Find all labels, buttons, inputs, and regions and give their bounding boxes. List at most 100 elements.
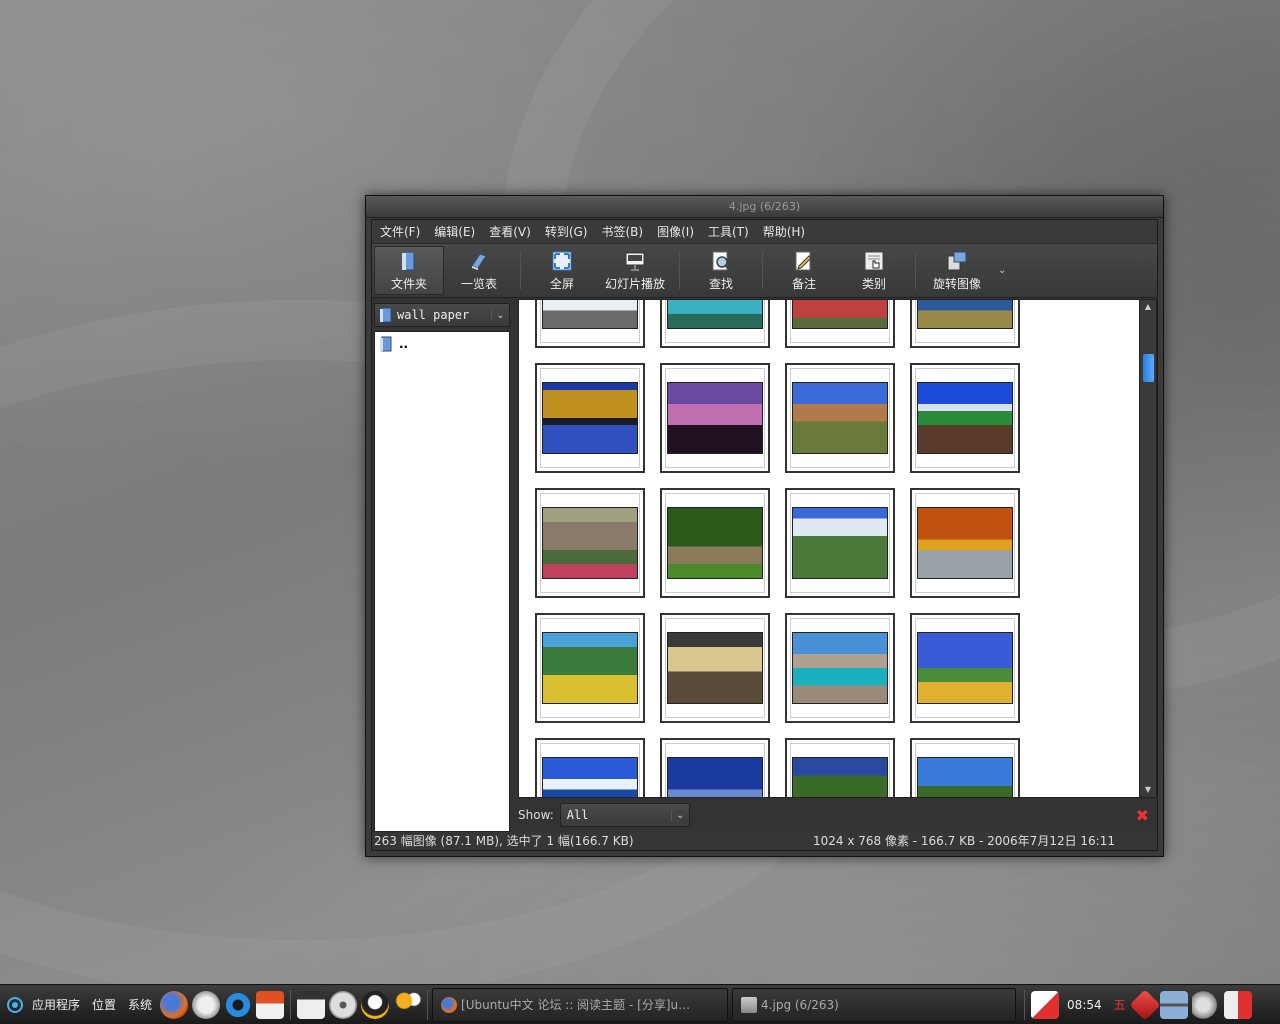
menu-tools[interactable]: 工具(T) [708, 223, 749, 240]
thumbnail-image [917, 757, 1013, 797]
folders-label: 文件夹 [390, 276, 427, 291]
scroll-down-arrow-icon[interactable]: ▼ [1140, 783, 1156, 797]
ruby-gem-icon[interactable] [1129, 988, 1161, 1021]
thumbnail[interactable] [785, 300, 895, 348]
thumbnail-image [792, 507, 888, 579]
cd-player-icon[interactable] [329, 990, 358, 1019]
clock[interactable]: 08:54 [1067, 998, 1102, 1012]
thumbnail[interactable] [535, 488, 645, 598]
vertical-scrollbar[interactable]: ▲ ▼ [1139, 300, 1156, 797]
slideshow-button[interactable]: 幻灯片播放 [597, 244, 673, 297]
firefox-icon[interactable] [160, 990, 189, 1019]
dir-name: .. [399, 337, 409, 351]
folder-combo[interactable]: wall paper ⌄ [374, 303, 510, 327]
find-button[interactable]: 查找 [686, 244, 756, 297]
thumbnail[interactable] [660, 300, 770, 348]
thumbnail[interactable] [785, 613, 895, 723]
folders-button[interactable]: 文件夹 [374, 246, 444, 295]
logout-icon[interactable] [1223, 990, 1252, 1019]
system-menu[interactable]: 系统 [128, 996, 152, 1013]
movie-clapper-icon[interactable] [297, 990, 326, 1019]
image-viewer-icon [741, 996, 758, 1013]
applications-menu[interactable]: 应用程序 [32, 996, 80, 1013]
thumbnail[interactable] [535, 613, 645, 723]
network-icon[interactable] [1159, 990, 1188, 1019]
menu-help[interactable]: 帮助(H) [763, 223, 805, 240]
menu-bookmarks[interactable]: 书签(B) [601, 223, 643, 240]
menu-go[interactable]: 转到(G) [545, 223, 588, 240]
thumbnail[interactable] [910, 300, 1020, 348]
thumbnail-image [542, 300, 638, 329]
thumbnail[interactable] [535, 738, 645, 797]
catalogs-button[interactable]: 一览表 [444, 244, 514, 297]
taskbar-item-viewer[interactable]: 4.jpg (6/263) [732, 987, 1017, 1022]
filter-bar: Show: All ⌄ ✖ [518, 798, 1157, 832]
cloud-clock-icon[interactable] [192, 990, 221, 1019]
list-item[interactable]: .. [375, 332, 509, 356]
browser-area: wall paper ⌄ .. ▲ ▼ Show: All ⌄ ✖ [372, 299, 1157, 832]
thumbnail[interactable] [910, 363, 1020, 473]
rotate-button[interactable]: 旋转图像 [922, 244, 992, 297]
thumbnail[interactable] [535, 363, 645, 473]
messenger-user-icon[interactable] [393, 990, 422, 1019]
day-indicator: 五 [1113, 998, 1126, 1012]
window-title[interactable]: 4.jpg (6/263) [366, 196, 1163, 218]
book-icon [471, 252, 487, 270]
chevron-down-icon[interactable]: ⌄ [670, 809, 689, 821]
thumbnail-image [542, 632, 638, 704]
home-icon[interactable] [256, 990, 285, 1019]
thumbnail-image [667, 632, 763, 704]
menu-view[interactable]: 查看(V) [489, 223, 531, 240]
poker-cards-icon[interactable] [1031, 990, 1060, 1019]
fullscreen-button[interactable]: 全屏 [527, 244, 597, 297]
chevron-down-icon[interactable]: ⌄ [992, 244, 1012, 297]
directory-list[interactable]: .. [374, 331, 510, 832]
settings-gear-icon[interactable] [224, 990, 253, 1019]
thumbnail-view[interactable]: ▲ ▼ [518, 299, 1157, 798]
thumbnail[interactable] [660, 488, 770, 598]
slideshow-icon [625, 252, 645, 270]
status-bar: 263 幅图像 (87.1 MB), 选中了 1 幅(166.7 KB) 102… [372, 832, 1157, 850]
toolbar-separator [520, 252, 521, 289]
thumbnail[interactable] [660, 363, 770, 473]
taskbar-item-label: [Ubuntu中文 论坛 :: 阅读主题 - [分享]u… [461, 998, 691, 1012]
search-icon [712, 251, 731, 271]
thumbnail-image [792, 300, 888, 329]
window-content: 文件(F) 编辑(E) 查看(V) 转到(G) 书签(B) 图像(I) 工具(T… [371, 219, 1158, 851]
menu-image[interactable]: 图像(I) [657, 223, 694, 240]
places-menu[interactable]: 位置 [92, 996, 116, 1013]
comment-button[interactable]: 备注 [769, 244, 839, 297]
ubuntu-logo-icon [7, 996, 23, 1013]
scrollbar-thumb[interactable] [1143, 354, 1154, 382]
categories-hand-icon [864, 251, 884, 270]
catalogs-label: 一览表 [460, 276, 497, 291]
thumbnail[interactable] [910, 613, 1020, 723]
folder-book-icon [380, 336, 392, 352]
status-left: 263 幅图像 (87.1 MB), 选中了 1 幅(166.7 KB) [374, 834, 634, 848]
menu-edit[interactable]: 编辑(E) [434, 223, 475, 240]
chevron-down-icon[interactable]: ⌄ [491, 309, 509, 321]
thumbnail[interactable] [910, 738, 1020, 797]
menu-file[interactable]: 文件(F) [380, 223, 420, 240]
note-edit-icon [795, 251, 812, 270]
thumbnail[interactable] [785, 488, 895, 598]
comment-label: 备注 [792, 276, 817, 291]
volume-icon[interactable] [1191, 990, 1220, 1019]
close-icon[interactable]: ✖ [1136, 806, 1149, 825]
taskbar-item-firefox[interactable]: [Ubuntu中文 论坛 :: 阅读主题 - [分享]u… [432, 987, 729, 1022]
thumbnail[interactable] [660, 738, 770, 797]
thumbnail[interactable] [910, 488, 1020, 598]
fullscreen-icon [552, 251, 572, 270]
show-filter-select[interactable]: All ⌄ [559, 803, 690, 827]
thumbnail[interactable] [785, 738, 895, 797]
scroll-up-arrow-icon[interactable]: ▲ [1140, 300, 1156, 314]
taskbar-item-label: 4.jpg (6/263) [761, 997, 839, 1012]
thumbnail[interactable] [660, 613, 770, 723]
qq-penguin-icon[interactable] [361, 990, 390, 1019]
categories-button[interactable]: 类别 [839, 244, 909, 297]
thumbnail-image [917, 507, 1013, 579]
rotate-image-icon [947, 251, 967, 270]
thumbnail-image [667, 507, 763, 579]
thumbnail[interactable] [785, 363, 895, 473]
thumbnail[interactable] [535, 300, 645, 348]
